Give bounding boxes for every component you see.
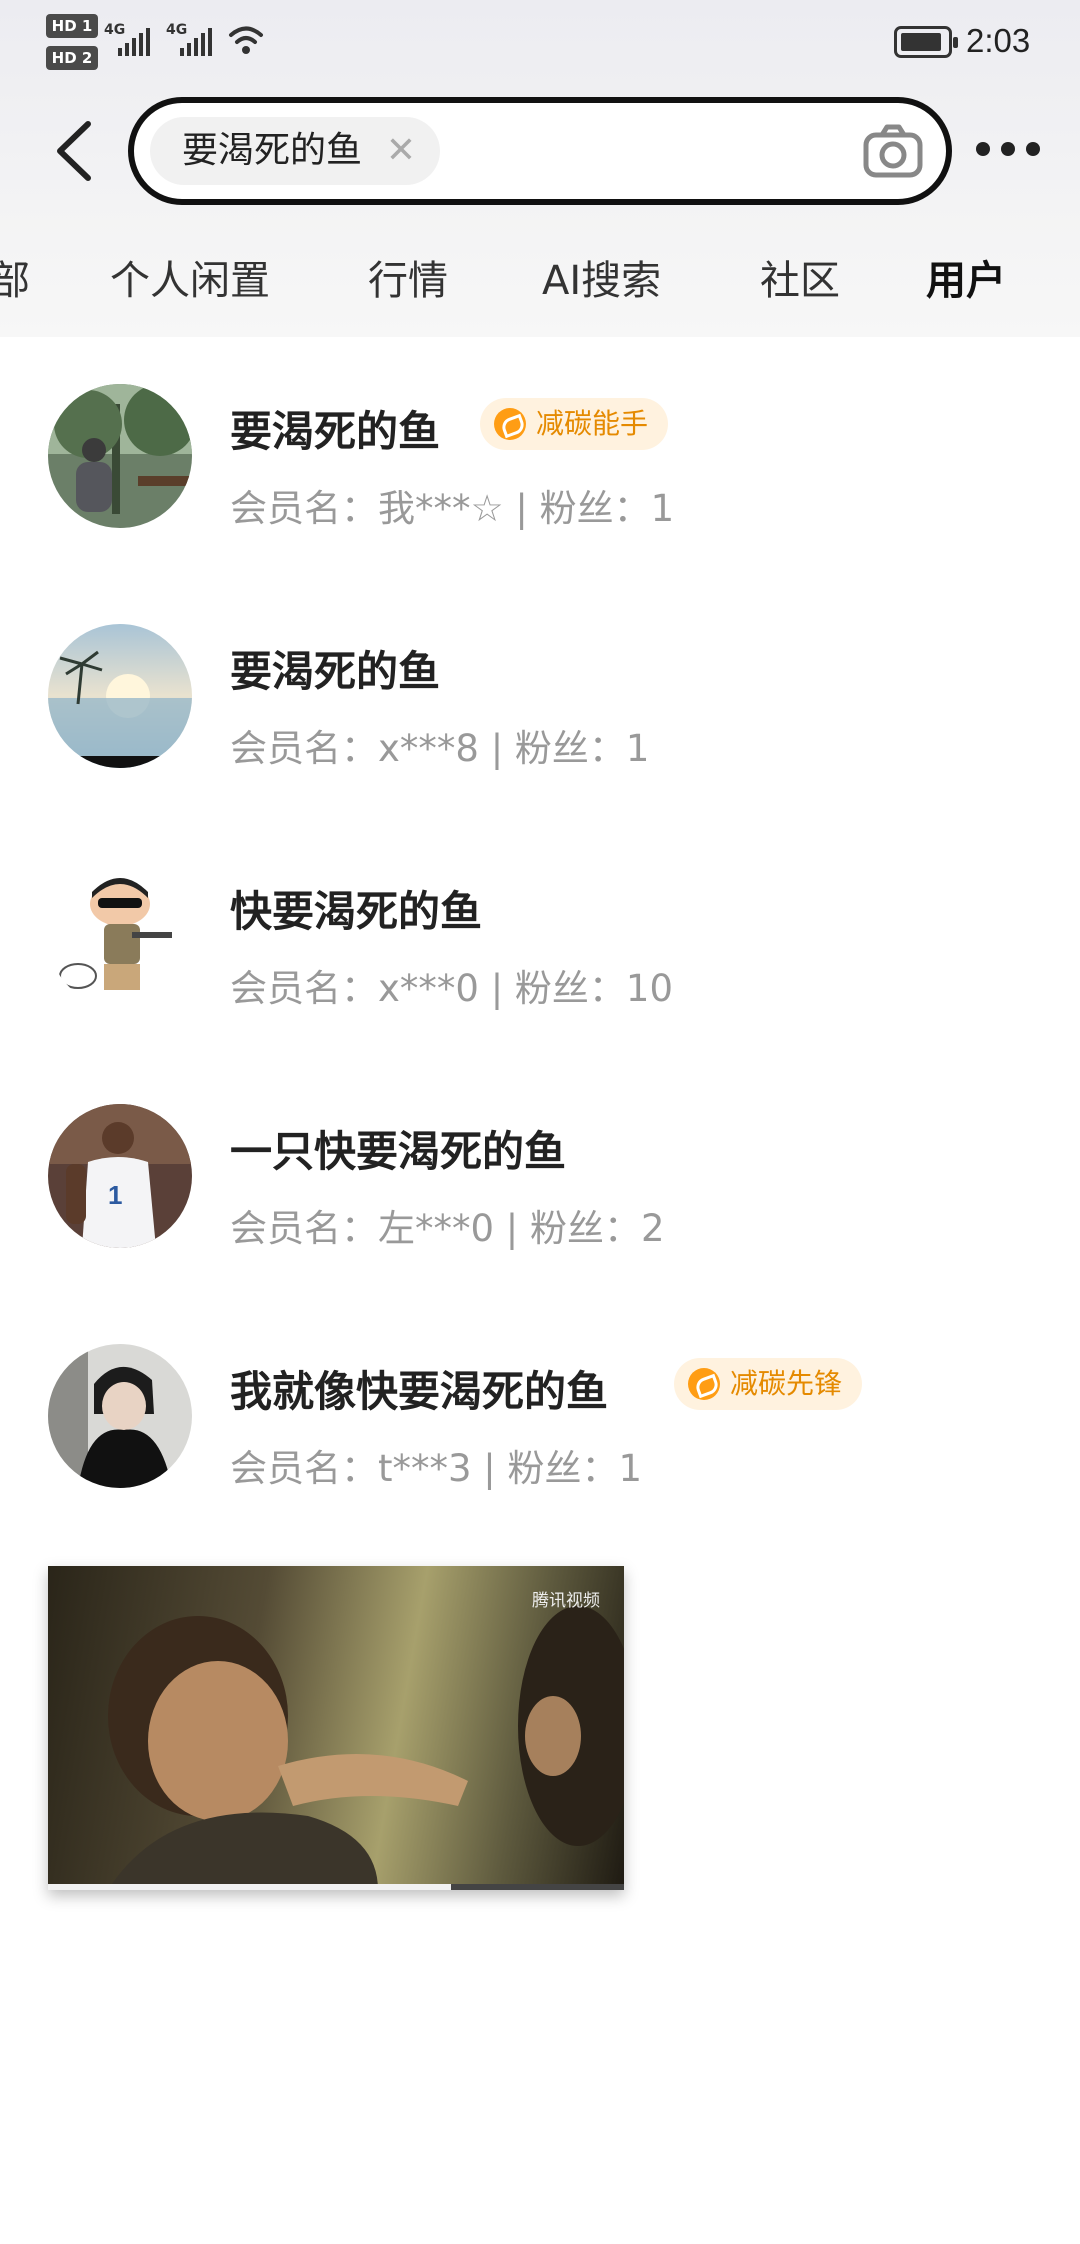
tab-personal-idle[interactable]: 个人闲置 (110, 248, 270, 306)
clock: 2:03 (966, 22, 1031, 59)
video-frame (108, 1606, 624, 1890)
search-input[interactable]: 要渴死的鱼 ✕ (128, 97, 952, 205)
user-list-item[interactable]: 快要渴死的鱼 会员名：x***0 | 粉丝：10 (0, 864, 1080, 1014)
floating-video-player[interactable]: 腾讯视频 (48, 1566, 624, 1890)
avatar (48, 864, 192, 1008)
sim1-badge: HD 1 (46, 14, 98, 38)
user-name: 我就像快要渴死的鱼 (230, 1367, 609, 1416)
category-tabs: 部 个人闲置 行情 AI搜索 社区 用户 (0, 248, 1080, 310)
user-name: 快要渴死的鱼 (230, 887, 483, 936)
user-name: 要渴死的鱼 (230, 407, 441, 456)
camera-icon[interactable] (862, 123, 924, 179)
user-meta: 会员名：我***☆ | 粉丝：1 (230, 487, 675, 530)
user-list-item[interactable]: 要渴死的鱼 会员名：x***8 | 粉丝：1 (0, 624, 1080, 774)
back-arrow-icon[interactable] (50, 118, 100, 184)
video-progress-fill (48, 1884, 452, 1890)
app-screen: HD 1 HD 2 4G 4G 2:03 要渴死的鱼 ✕ 部 个人闲置 行情 A… (0, 0, 1080, 2244)
search-query-text: 要渴死的鱼 (182, 130, 363, 171)
user-meta: 会员名：左***0 | 粉丝：2 (230, 1207, 665, 1250)
svg-text:1: 1 (108, 1180, 122, 1210)
user-name: 一只快要渴死的鱼 (230, 1127, 567, 1176)
status-bar: HD 1 HD 2 4G 4G 2:03 (0, 0, 1080, 90)
tab-users[interactable]: 用户 (924, 248, 1020, 310)
avatar (48, 1344, 192, 1488)
eco-badge: 减碳能手 (480, 398, 669, 450)
badge-label: 减碳能手 (536, 407, 649, 440)
user-list-item[interactable]: 我就像快要渴死的鱼 减碳先锋 会员名：t***3 | 粉丝：1 (0, 1344, 1080, 1494)
sim2-badge: HD 2 (46, 46, 98, 70)
user-list-item[interactable]: 1 一只快要渴死的鱼 会员名：左***0 | 粉丝：2 (0, 1104, 1080, 1254)
leaf-icon (688, 1368, 720, 1400)
wifi-icon (229, 26, 263, 54)
video-progress-bar[interactable] (48, 1884, 624, 1890)
avatar (48, 624, 192, 768)
tab-users-label: 用户 (926, 258, 1006, 304)
eco-badge: 减碳先锋 (674, 1358, 863, 1410)
user-meta: 会员名：t***3 | 粉丝：1 (230, 1447, 643, 1490)
avatar (48, 384, 192, 528)
tab-all[interactable]: 部 (0, 248, 30, 306)
avatar: 1 (48, 1104, 192, 1248)
user-name: 要渴死的鱼 (230, 647, 441, 696)
user-list-item[interactable]: 要渴死的鱼 减碳能手 会员名：我***☆ | 粉丝：1 (0, 384, 1080, 534)
tab-ai-search[interactable]: AI搜索 (542, 248, 661, 306)
leaf-icon (494, 408, 526, 440)
tab-market[interactable]: 行情 (368, 248, 448, 306)
user-meta: 会员名：x***0 | 粉丝：10 (230, 967, 674, 1010)
more-icon[interactable] (976, 142, 1040, 156)
clear-icon[interactable]: ✕ (386, 117, 416, 185)
video-watermark: 腾讯视频 (532, 1591, 600, 1611)
badge-label: 减碳先锋 (730, 1367, 843, 1400)
sim-indicator: HD 1 HD 2 (46, 14, 98, 70)
battery-icon (894, 26, 958, 58)
search-query-chip[interactable]: 要渴死的鱼 ✕ (150, 117, 441, 185)
user-meta: 会员名：x***8 | 粉丝：1 (230, 727, 650, 770)
tab-community[interactable]: 社区 (760, 248, 840, 306)
